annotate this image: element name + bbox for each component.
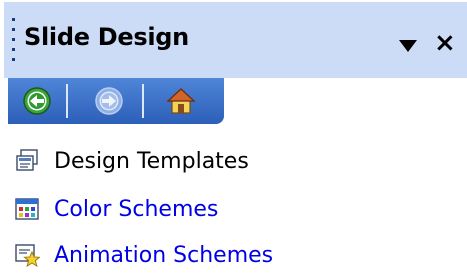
back-arrow-icon — [23, 87, 51, 115]
navigation-toolbar — [8, 78, 224, 124]
list-item-animation-schemes[interactable]: Animation Schemes — [14, 238, 273, 272]
task-pane: Slide Design × Design Templates Color Sc… — [4, 2, 467, 274]
forward-arrow-icon — [95, 87, 123, 115]
color-schemes-link[interactable]: Color Schemes — [54, 197, 218, 222]
close-button[interactable]: × — [434, 29, 460, 57]
design-templates-icon — [16, 149, 38, 171]
list-item-color-schemes[interactable]: Color Schemes — [14, 192, 218, 226]
toolbar-separator — [66, 84, 68, 118]
toolbar-separator — [142, 84, 144, 118]
triangle-down-icon — [399, 40, 417, 52]
list-item-design-templates[interactable]: Design Templates — [14, 144, 249, 178]
pane-title: Slide Design — [24, 23, 189, 51]
pane-menu-button[interactable] — [398, 38, 418, 52]
back-button[interactable] — [22, 86, 52, 116]
home-icon — [166, 88, 196, 114]
design-templates-label: Design Templates — [54, 148, 249, 174]
task-pane-titlebar: Slide Design × — [4, 2, 467, 78]
animation-schemes-link[interactable]: Animation Schemes — [54, 243, 273, 268]
home-button[interactable] — [166, 86, 196, 116]
color-schemes-icon — [15, 198, 39, 220]
drag-grip-handle[interactable] — [12, 18, 16, 62]
animation-schemes-icon — [15, 244, 40, 268]
forward-button[interactable] — [94, 86, 124, 116]
